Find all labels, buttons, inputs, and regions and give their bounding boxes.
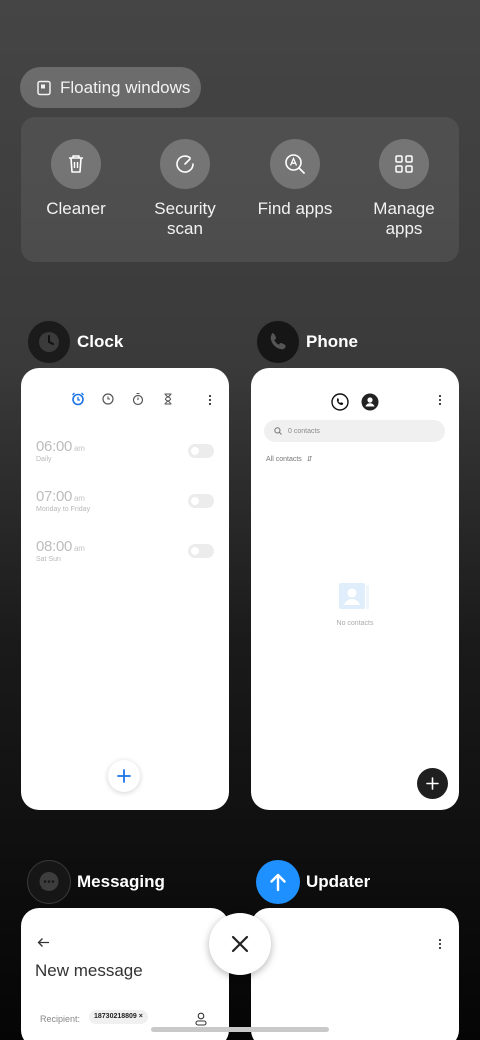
messaging-app-card[interactable]: New message Recipient: 18730218809 × <box>21 908 229 1040</box>
updater-app-name: Updater <box>306 872 371 891</box>
empty-contacts-icon <box>339 583 369 609</box>
phone-app-card[interactable]: 0 contacts All contacts ⇵ No contacts <box>251 368 459 810</box>
find-apps-button[interactable]: Find apps <box>245 139 345 219</box>
alarm-repeat: Monday to Friday <box>36 506 91 513</box>
floating-windows-label: Floating windows <box>60 77 191 97</box>
phone-app-header[interactable]: Phone <box>256 320 358 364</box>
quick-tools-panel: Cleaner Security scan Find apps Manage a… <box>21 117 459 262</box>
messaging-app-name: Messaging <box>77 872 165 891</box>
alarm-ampm: am <box>74 544 85 553</box>
add-alarm-button[interactable] <box>108 760 140 792</box>
clock-app-card[interactable]: 06:00 am Daily 07:00 am Monday to Friday 0… <box>21 368 229 810</box>
floating-windows-button[interactable]: Floating windows <box>20 67 201 108</box>
cleaner-label: Cleaner <box>46 199 106 218</box>
updater-app-card[interactable] <box>251 908 459 1040</box>
plus-icon <box>426 777 439 790</box>
manage-apps-button[interactable]: Manage apps <box>354 139 454 239</box>
phone-more-icon[interactable] <box>438 394 442 406</box>
alarm-repeat: Daily <box>36 456 52 463</box>
clear-all-button[interactable] <box>209 913 271 975</box>
alarm-time: 08:00 <box>36 538 73 555</box>
updater-app-icon <box>256 860 300 904</box>
alarm-toggle[interactable] <box>188 544 214 558</box>
contacts-filter-dropdown[interactable]: All contacts ⇵ <box>266 455 313 463</box>
gesture-navigation-bar[interactable] <box>151 1027 329 1032</box>
contacts-search-input[interactable]: 0 contacts <box>264 420 445 442</box>
search-icon <box>274 427 282 435</box>
clock-app-icon <box>27 320 71 364</box>
messaging-app-header[interactable]: Messaging <box>27 860 165 904</box>
empty-contacts-text: No contacts <box>336 620 374 627</box>
add-contact-icon[interactable] <box>195 1012 207 1026</box>
security-scan-icon <box>176 155 194 173</box>
recipient-chip[interactable]: 18730218809 × <box>89 1010 148 1024</box>
recipient-label: Recipient: <box>40 1014 81 1024</box>
timer-tab-icon[interactable] <box>161 392 175 406</box>
find-apps-icon <box>285 154 305 174</box>
new-message-title: New message <box>35 961 143 980</box>
find-apps-label: Find apps <box>257 199 333 218</box>
alarm-toggle[interactable] <box>188 494 214 508</box>
clock-app-header[interactable]: Clock <box>27 320 123 364</box>
stopwatch-tab-icon[interactable] <box>131 392 145 406</box>
contacts-filter-label: All contacts <box>266 456 302 463</box>
alarm-item[interactable]: 07:00 am Monday to Friday <box>36 488 90 513</box>
alarm-time: 06:00 <box>36 438 73 455</box>
manage-apps-label: Manage apps <box>373 199 435 238</box>
alarm-tab-icon[interactable] <box>71 392 85 406</box>
phone-app-icon <box>256 320 300 364</box>
alarm-repeat: Sat Sun <box>36 556 61 563</box>
contacts-tab-icon[interactable] <box>361 393 379 411</box>
floating-window-icon <box>37 80 51 95</box>
clock-more-icon[interactable] <box>208 394 212 406</box>
cleaner-button[interactable]: Cleaner <box>26 139 126 219</box>
trash-icon <box>69 155 83 173</box>
alarm-ampm: am <box>74 494 85 503</box>
clock-app-name: Clock <box>77 332 124 351</box>
messaging-app-icon <box>27 860 71 904</box>
sort-icon: ⇵ <box>306 456 313 463</box>
world-clock-tab-icon[interactable] <box>101 392 115 406</box>
contacts-search-placeholder: 0 contacts <box>288 427 320 435</box>
close-icon <box>231 935 249 953</box>
phone-app-name: Phone <box>306 332 358 351</box>
clock-tabs <box>71 392 175 406</box>
security-scan-label: Security scan <box>154 199 216 238</box>
alarm-item[interactable]: 06:00 am Daily <box>36 438 85 463</box>
add-contact-button[interactable] <box>417 768 448 799</box>
plus-icon <box>117 769 131 783</box>
updater-app-header[interactable]: Updater <box>256 860 370 904</box>
alarm-time: 07:00 <box>36 488 73 505</box>
updater-more-icon[interactable] <box>438 938 442 950</box>
alarm-item[interactable]: 08:00 am Sat Sun <box>36 538 85 563</box>
grid-icon <box>395 155 413 173</box>
alarm-ampm: am <box>74 444 85 453</box>
back-arrow-icon[interactable] <box>37 937 50 948</box>
security-scan-button[interactable]: Security scan <box>135 139 235 239</box>
alarm-toggle[interactable] <box>188 444 214 458</box>
phone-tab-icon[interactable] <box>331 393 349 411</box>
